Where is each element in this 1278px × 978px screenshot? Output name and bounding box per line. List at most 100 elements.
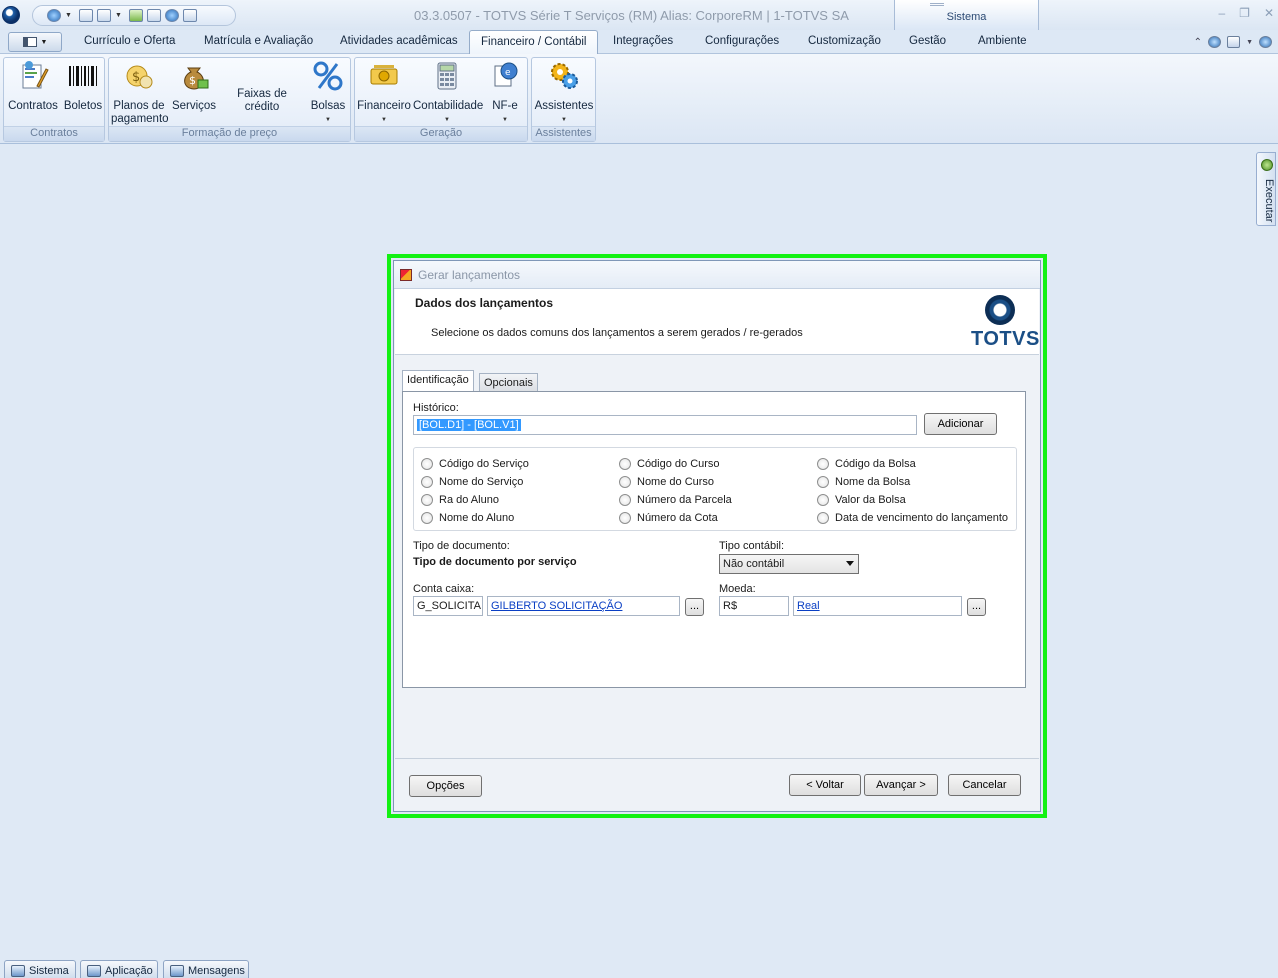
radio-icon	[817, 494, 829, 506]
moeda-code-input[interactable]: R$	[719, 596, 789, 616]
monitor-icon	[11, 965, 25, 977]
context-group-label: Sistema	[946, 11, 987, 23]
tools-icon[interactable]	[146, 9, 161, 22]
radio-nome-aluno[interactable]: Nome do Aluno	[421, 512, 514, 524]
historico-input[interactable]: [BOL.D1] - [BOL.V1]	[413, 415, 917, 435]
contratos-button[interactable]: Contratos	[7, 60, 59, 113]
radio-icon	[817, 512, 829, 524]
restore-icon[interactable]: ❐	[1239, 6, 1250, 20]
tab-atividades[interactable]: Atividades acadêmicas	[340, 35, 458, 47]
bottom-tab-sistema[interactable]: Sistema	[4, 960, 76, 978]
quick-access-toolbar: ▼ ▼	[32, 5, 236, 26]
cancelar-button[interactable]: Cancelar	[948, 774, 1021, 796]
globe-icon[interactable]	[47, 9, 61, 22]
bolsas-label: Bolsas	[310, 100, 346, 112]
bottom-tab-label: Mensagens	[188, 965, 245, 977]
gears-icon	[551, 63, 578, 89]
group-assistentes: Assistentes ▼ Assistentes	[531, 57, 596, 142]
document-pen-icon	[22, 61, 49, 89]
tab-matricula[interactable]: Matrícula e Avaliação	[204, 35, 313, 47]
boletos-button[interactable]: Boletos	[61, 60, 105, 113]
faixas-credito-button[interactable]: Faixas de crédito	[219, 88, 305, 114]
totvs-logo: TOTVS	[971, 295, 1039, 350]
radio-ra-aluno[interactable]: Ra do Aluno	[421, 494, 499, 506]
radio-nome-servico[interactable]: Nome do Serviço	[421, 476, 523, 488]
svg-text:$: $	[189, 74, 196, 87]
tab-configuracoes[interactable]: Configurações	[705, 35, 779, 47]
planos-pagamento-button[interactable]: $ Planos de pagamento	[111, 60, 169, 126]
tab-financeiro[interactable]: Financeiro / Contábil	[469, 30, 599, 55]
money-bag-icon: $	[184, 67, 209, 90]
tab-gestao[interactable]: Gestão	[909, 35, 946, 47]
dialog-footer-separator	[395, 758, 1039, 759]
bottom-tab-bar: Sistema Aplicação Mensagens	[0, 958, 1278, 978]
radio-icon	[421, 494, 433, 506]
radio-data-vencimento[interactable]: Data de vencimento do lançamento	[817, 512, 1008, 524]
group-label-geracao: Geração	[355, 126, 527, 141]
financeiro-button[interactable]: Financeiro ▼	[357, 60, 411, 127]
financeiro-label: Financeiro	[357, 100, 411, 112]
radio-codigo-servico[interactable]: Código do Serviço	[421, 458, 529, 470]
close-icon[interactable]: ✕	[1264, 6, 1274, 20]
application-icon	[87, 965, 101, 977]
moeda-name-field: Real	[793, 596, 962, 616]
radio-codigo-curso[interactable]: Código do Curso	[619, 458, 720, 470]
servicos-label: Serviços	[171, 100, 217, 112]
radio-codigo-bolsa[interactable]: Código da Bolsa	[817, 458, 916, 470]
window-icon[interactable]	[96, 9, 111, 22]
radio-numero-parcela[interactable]: Número da Parcela	[619, 494, 732, 506]
tipo-contabil-select[interactable]: Não contábil	[719, 554, 859, 574]
voltar-button[interactable]: < Voltar	[789, 774, 861, 796]
wizard-header: Dados dos lançamentos Selecione os dados…	[395, 289, 1039, 355]
adicionar-button[interactable]: Adicionar	[924, 413, 997, 435]
radio-icon	[619, 512, 631, 524]
conta-caixa-name-link[interactable]: GILBERTO SOLICITAÇÃO	[491, 600, 622, 612]
qat-dropdown-icon[interactable]: ▼	[65, 12, 72, 19]
avancar-button[interactable]: Avançar >	[864, 774, 938, 796]
nfe-button[interactable]: e NF-e ▼	[483, 60, 527, 127]
run-icon[interactable]	[128, 9, 143, 22]
moeda-name-link[interactable]: Real	[797, 600, 820, 612]
tab-integracoes[interactable]: Integrações	[613, 35, 673, 47]
minimize-icon[interactable]: –	[1218, 6, 1225, 20]
opcoes-button[interactable]: Opções	[409, 775, 482, 797]
servicos-button[interactable]: $ Serviços	[169, 60, 219, 113]
bolsas-button[interactable]: Bolsas ▼	[307, 60, 349, 127]
layout-icon[interactable]	[1227, 36, 1241, 48]
app-menu-button[interactable]: ▼	[8, 32, 62, 52]
assistentes-button[interactable]: Assistentes ▼	[534, 60, 594, 127]
qat-dropdown-icon[interactable]: ▼	[115, 12, 122, 19]
svg-text:$: $	[132, 70, 140, 85]
tab-identificacao[interactable]: Identificação	[402, 370, 474, 392]
app-orb-icon[interactable]	[2, 6, 20, 24]
radio-nome-curso[interactable]: Nome do Curso	[619, 476, 714, 488]
historico-label: Histórico:	[413, 402, 459, 414]
radio-label: Nome do Aluno	[439, 512, 515, 524]
dialog-title: Gerar lançamentos	[418, 268, 521, 282]
tab-ambiente[interactable]: Ambiente	[978, 35, 1027, 47]
group-geracao: Financeiro ▼ Contabilidade ▼ e NF-e ▼ Ge…	[354, 57, 528, 142]
conta-caixa-lookup-button[interactable]: ...	[685, 598, 704, 616]
help-globe-icon[interactable]	[1208, 36, 1222, 48]
identificacao-panel: Histórico: [BOL.D1] - [BOL.V1] Adicionar…	[402, 391, 1026, 688]
collapse-ribbon-icon[interactable]: ⌃	[1194, 37, 1202, 48]
bottom-tab-mensagens[interactable]: Mensagens	[163, 960, 249, 978]
info-icon[interactable]	[1259, 36, 1272, 48]
radio-valor-bolsa[interactable]: Valor da Bolsa	[817, 494, 906, 506]
tab-opcionais[interactable]: Opcionais	[479, 373, 538, 391]
radio-nome-bolsa[interactable]: Nome da Bolsa	[817, 476, 910, 488]
bottom-tab-aplicacao[interactable]: Aplicação	[80, 960, 158, 978]
contabilidade-button[interactable]: Contabilidade ▼	[413, 60, 483, 127]
tab-customizacao[interactable]: Customização	[808, 35, 881, 47]
ribbon: Contratos Boletos Contratos $ Planos de …	[0, 54, 1278, 144]
payment-plan-icon: $	[126, 65, 153, 89]
moeda-lookup-button[interactable]: ...	[967, 598, 986, 616]
tab-curriculo[interactable]: Currículo e Oferta	[84, 35, 175, 47]
copy-icon[interactable]	[182, 9, 197, 22]
conta-caixa-code-input[interactable]: G_SOLICITA	[413, 596, 483, 616]
chevron-down-icon[interactable]: ▼	[1246, 39, 1253, 46]
radio-numero-cota[interactable]: Número da Cota	[619, 512, 718, 524]
window-add-icon[interactable]	[78, 9, 93, 22]
web-icon[interactable]	[164, 9, 179, 22]
executar-side-tab[interactable]: Executar	[1256, 152, 1276, 226]
